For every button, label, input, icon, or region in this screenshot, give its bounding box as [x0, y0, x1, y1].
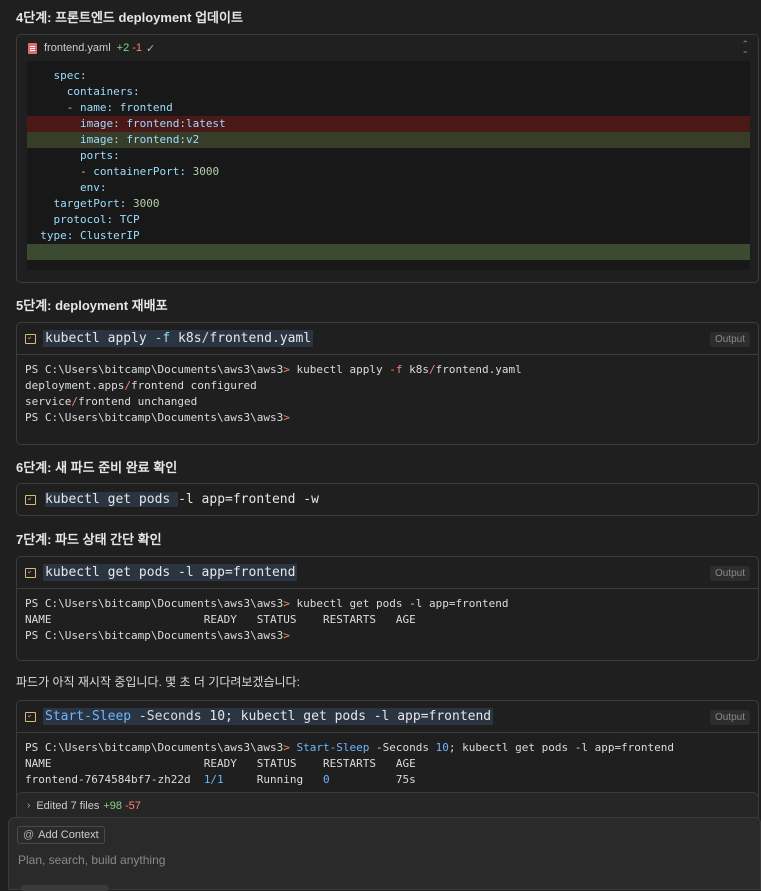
- mode-selector[interactable]: [21, 885, 109, 891]
- terminal-output: PS C:\Users\bitcamp\Documents\aws3\aws3>…: [17, 732, 758, 796]
- terminal-output: PS C:\Users\bitcamp\Documents\aws3\aws3>…: [17, 354, 758, 434]
- output-line: service/frontend unchanged: [25, 395, 198, 408]
- code-line: containers:: [66, 85, 140, 98]
- edited-deletions: -57: [125, 799, 141, 812]
- output-line: NAME READY STATUS RESTARTS AGE: [25, 757, 416, 770]
- code-line: protocol: TCP: [53, 213, 140, 226]
- diff-additions: +2: [116, 42, 130, 54]
- check-icon: ✓: [145, 42, 156, 55]
- output-line: NAME READY STATUS RESTARTS AGE: [25, 613, 416, 626]
- code-line: - name: frontend: [66, 101, 173, 114]
- edited-files-label: Edited 7 files: [36, 799, 100, 812]
- terminal-command[interactable]: kubectl apply -f k8s/frontend.yaml: [43, 330, 314, 347]
- step4-heading: 4단계: 프론트엔드 deployment 업데이트: [16, 10, 243, 25]
- step7-heading: 7단계: 파드 상태 간단 확인: [16, 532, 162, 547]
- edited-files-bar[interactable]: › Edited 7 files +98 -57: [16, 792, 759, 818]
- output-button[interactable]: Output: [709, 566, 750, 581]
- at-icon: @: [23, 829, 35, 841]
- terminal-header[interactable]: Start-Sleep -Seconds 10; kubectl get pod…: [17, 701, 758, 732]
- diff-card: frontend.yaml +2 -1 ✓ ⌃ ⌄ spec: container…: [16, 34, 759, 283]
- code-line: targetPort: 3000: [53, 197, 160, 210]
- output-line: PS C:\Users\bitcamp\Documents\aws3\aws3>…: [25, 741, 675, 754]
- output-line: PS C:\Users\bitcamp\Documents\aws3\aws3>…: [25, 363, 522, 376]
- output-button[interactable]: Output: [709, 332, 750, 347]
- output-line: PS C:\Users\bitcamp\Documents\aws3\aws3>: [25, 629, 290, 642]
- terminal-icon: [25, 333, 36, 344]
- diff-code: spec: containers: - name: frontend image…: [27, 61, 750, 270]
- terminal-header[interactable]: kubectl get pods -l app=frontend Output: [17, 557, 758, 588]
- terminal-command[interactable]: kubectl get pods -l app=frontend: [43, 564, 298, 581]
- output-button[interactable]: Output: [709, 710, 750, 725]
- code-line: ports:: [79, 149, 120, 162]
- terminal-header[interactable]: kubectl get pods -l app=frontend -w: [17, 484, 758, 515]
- code-line: env:: [79, 181, 107, 194]
- chat-input-placeholder[interactable]: Plan, search, build anything: [18, 853, 165, 867]
- terminal-icon: [25, 711, 36, 722]
- chevron-right-icon[interactable]: ›: [27, 800, 30, 811]
- terminal-output: PS C:\Users\bitcamp\Documents\aws3\aws3>…: [17, 588, 758, 652]
- expand-toggle-icon[interactable]: ⌃ ⌄: [741, 40, 749, 55]
- assistant-note: 파드가 아직 재시작 중입니다. 몇 초 더 기다려보겠습니다:: [16, 675, 300, 689]
- output-line: PS C:\Users\bitcamp\Documents\aws3\aws3>: [25, 411, 290, 424]
- code-line: type: ClusterIP: [40, 229, 140, 242]
- terminal-icon: [25, 494, 36, 505]
- code-line: spec:: [53, 69, 87, 82]
- terminal-card-sleep: Start-Sleep -Seconds 10; kubectl get pod…: [16, 700, 759, 802]
- output-line: PS C:\Users\bitcamp\Documents\aws3\aws3>…: [25, 597, 509, 610]
- yaml-file-icon: [28, 42, 37, 54]
- step6-heading: 6단계: 새 파드 준비 완료 확인: [16, 460, 178, 475]
- diff-header[interactable]: frontend.yaml +2 -1 ✓ ⌃ ⌄: [17, 35, 758, 61]
- edited-additions: +98: [103, 799, 122, 812]
- output-line: frontend-7674584bf7-zh22d 1/1 Running 0 …: [25, 773, 416, 786]
- output-line: deployment.apps/frontend configured: [25, 379, 257, 392]
- added-blank-line: [27, 244, 750, 260]
- terminal-command[interactable]: Start-Sleep -Seconds 10; kubectl get pod…: [43, 708, 494, 725]
- terminal-card-get-pods: kubectl get pods -l app=frontend Output …: [16, 556, 759, 661]
- terminal-icon: [25, 567, 36, 578]
- code-line: - containerPort: 3000: [79, 165, 220, 178]
- terminal-card-watch: kubectl get pods -l app=frontend -w: [16, 483, 759, 516]
- chat-input-box[interactable]: @ Add Context Plan, search, build anythi…: [8, 817, 761, 891]
- terminal-header[interactable]: kubectl apply -f k8s/frontend.yaml Outpu…: [17, 323, 758, 354]
- step5-heading: 5단계: deployment 재배포: [16, 298, 168, 313]
- removed-code-line: image: frontend:latest: [27, 116, 750, 132]
- diff-file-name[interactable]: frontend.yaml: [44, 42, 111, 54]
- added-code-line: image: frontend:v2: [27, 132, 750, 148]
- diff-deletions: -1: [132, 42, 142, 54]
- terminal-command[interactable]: kubectl get pods -l app=frontend -w: [43, 491, 321, 508]
- terminal-card-apply: kubectl apply -f k8s/frontend.yaml Outpu…: [16, 322, 759, 445]
- add-context-button[interactable]: @ Add Context: [17, 826, 105, 844]
